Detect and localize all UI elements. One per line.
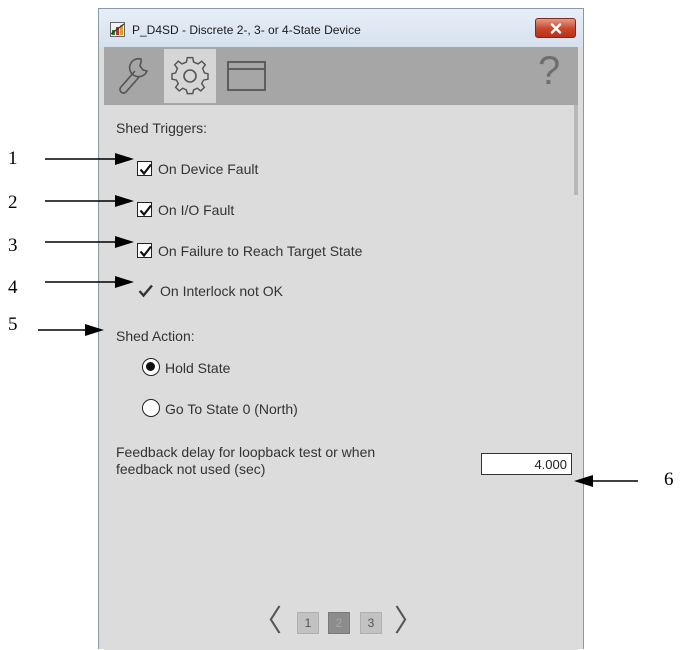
callout-arrowhead-3 [115, 236, 134, 248]
callout-arrowhead-5 [85, 324, 104, 336]
callout-arrowhead-1 [115, 153, 134, 165]
callout-arrowhead-6 [574, 475, 593, 487]
callout-arrowhead-4 [115, 276, 134, 288]
callout-arrows [38, 153, 638, 487]
callout-arrowhead-2 [115, 195, 134, 207]
